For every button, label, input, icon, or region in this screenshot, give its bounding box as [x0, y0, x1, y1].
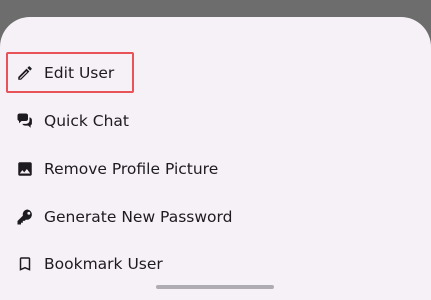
menu-item-label: Quick Chat — [44, 112, 129, 130]
menu-item-generate-new-password[interactable]: Generate New Password — [0, 195, 431, 239]
key-icon — [16, 208, 34, 226]
menu-item-label: Edit User — [44, 64, 115, 82]
chat-bubbles-icon — [16, 112, 34, 130]
image-icon — [16, 160, 34, 178]
drag-handle[interactable] — [156, 285, 274, 289]
menu-item-bookmark-user[interactable]: Bookmark User — [0, 242, 431, 286]
pencil-icon — [16, 64, 34, 82]
bookmark-icon — [16, 255, 34, 273]
menu-item-label: Bookmark User — [44, 255, 163, 273]
menu-item-label: Generate New Password — [44, 208, 233, 226]
menu-item-label: Remove Profile Picture — [44, 160, 219, 178]
menu-item-quick-chat[interactable]: Quick Chat — [0, 99, 431, 143]
menu-item-remove-profile-picture[interactable]: Remove Profile Picture — [0, 147, 431, 191]
menu-item-edit-user[interactable]: Edit User — [0, 51, 431, 95]
